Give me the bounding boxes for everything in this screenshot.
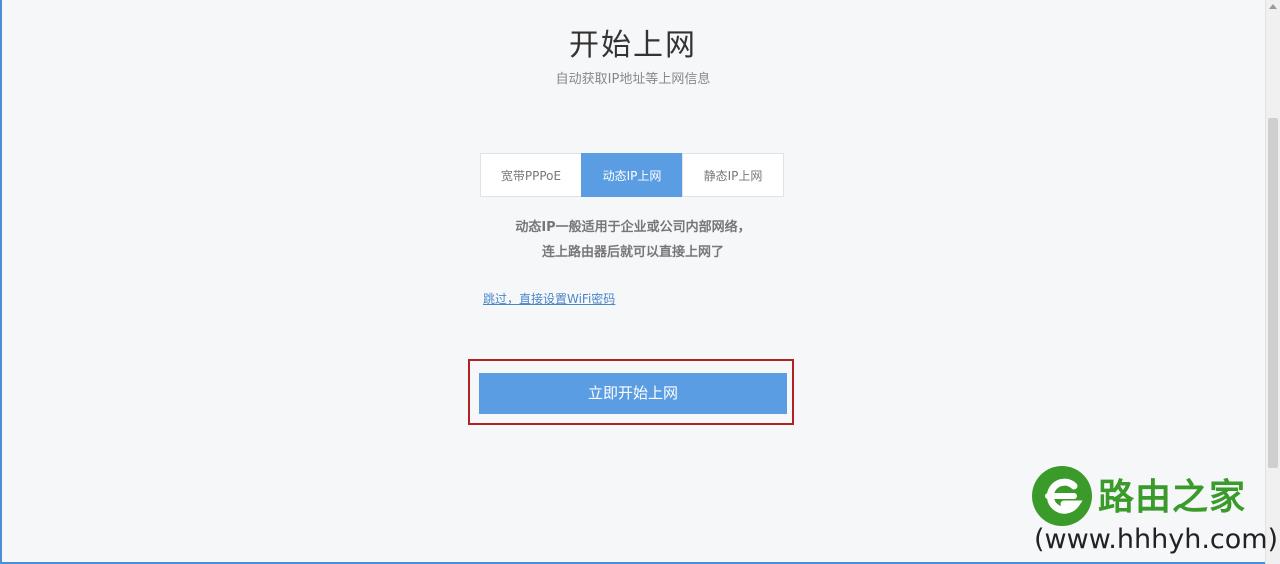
- watermark-url: (www.hhhyh.com): [1034, 524, 1279, 555]
- scroll-up-arrow-icon[interactable]: [1269, 4, 1277, 9]
- watermark-name: 路由之家: [1098, 477, 1247, 518]
- page-subtitle: 自动获取IP地址等上网信息: [555, 72, 711, 87]
- start-internet-button[interactable]: 立即开始上网: [479, 373, 787, 414]
- skip-to-wifi-link[interactable]: 跳过，直接设置WiFi密码: [483, 290, 615, 307]
- description-line-1: 动态IP一般适用于企业或公司内部网络，: [515, 220, 751, 235]
- watermark-logo-icon: [1032, 466, 1092, 526]
- tab-pppoe[interactable]: 宽带PPPoE: [480, 153, 582, 197]
- connection-type-tabs: 宽带PPPoE 动态IP上网 静态IP上网: [480, 153, 784, 197]
- watermark: 路由之家 (www.hhhyh.com): [1030, 462, 1280, 562]
- tab-dynamic-ip[interactable]: 动态IP上网: [581, 153, 683, 197]
- tab-static-ip[interactable]: 静态IP上网: [682, 153, 784, 197]
- description-line-2: 连上路由器后就可以直接上网了: [541, 245, 724, 260]
- page-title: 开始上网: [569, 28, 697, 63]
- scrollbar-thumb[interactable]: [1268, 118, 1278, 468]
